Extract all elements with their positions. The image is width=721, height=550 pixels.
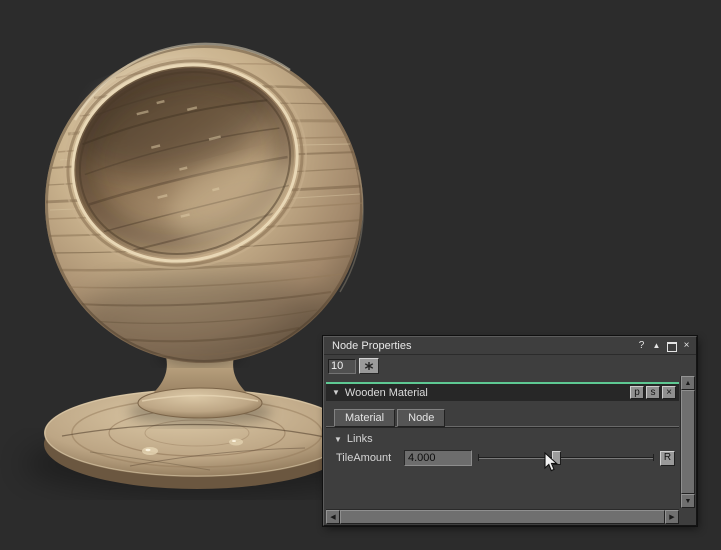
node-title: Wooden Material <box>345 387 628 399</box>
preset-button[interactable]: p <box>630 386 644 399</box>
tab-material[interactable]: Material <box>334 409 395 427</box>
panel-title: Node Properties <box>332 340 636 352</box>
close-node-button[interactable]: × <box>662 386 676 399</box>
node-properties-panel: Node Properties ? ▲ × ▼ Wooden Material … <box>323 336 697 526</box>
close-icon[interactable]: × <box>681 340 692 352</box>
tileamount-input[interactable] <box>404 450 472 466</box>
ppg-content: ▼ Wooden Material p s × Material Node ▼ … <box>326 376 679 508</box>
links-section-header[interactable]: ▼ Links <box>326 427 679 447</box>
node-header[interactable]: ▼ Wooden Material p s × <box>326 382 679 401</box>
keyframe-button[interactable] <box>359 358 379 374</box>
vertical-scrollbar[interactable]: ▲ ▼ <box>680 376 695 508</box>
slider-track[interactable] <box>478 457 654 459</box>
reset-button[interactable]: R <box>660 451 675 466</box>
scroll-down-icon[interactable]: ▼ <box>681 494 695 508</box>
update-value-input[interactable] <box>328 359 356 374</box>
window-glyph <box>667 342 677 352</box>
links-title: Links <box>347 433 373 445</box>
links-collapse-arrow-icon[interactable]: ▼ <box>334 435 342 444</box>
save-preset-button[interactable]: s <box>646 386 660 399</box>
scroll-up-icon[interactable]: ▲ <box>681 376 695 390</box>
collapse-arrow-icon[interactable]: ▼ <box>332 388 340 397</box>
titlebar-icons: ? ▲ × <box>636 340 692 352</box>
rollup-icon[interactable]: ▲ <box>651 340 662 352</box>
panel-titlebar[interactable]: Node Properties ? ▲ × <box>324 337 696 355</box>
ppg-area: ▼ Wooden Material p s × Material Node ▼ … <box>325 376 695 524</box>
tab-node[interactable]: Node <box>397 409 445 427</box>
help-icon[interactable]: ? <box>636 340 647 352</box>
horizontal-scroll-thumb[interactable] <box>340 510 665 524</box>
asterisk-icon <box>364 361 374 371</box>
scroll-left-icon[interactable]: ◀ <box>326 510 340 524</box>
scroll-right-icon[interactable]: ▶ <box>665 510 679 524</box>
tileamount-slider[interactable] <box>478 450 654 466</box>
horizontal-scrollbar[interactable]: ◀ ▶ <box>326 509 679 524</box>
tileamount-row: TileAmount R <box>326 447 679 466</box>
scrollbar-corner <box>680 509 695 524</box>
vertical-scroll-thumb[interactable] <box>681 390 695 494</box>
tileamount-label: TileAmount <box>336 452 400 464</box>
float-window-icon[interactable] <box>666 340 677 352</box>
ppg-toolbar <box>324 355 696 377</box>
tab-bar: Material Node <box>326 401 679 427</box>
slider-handle[interactable] <box>552 451 561 465</box>
